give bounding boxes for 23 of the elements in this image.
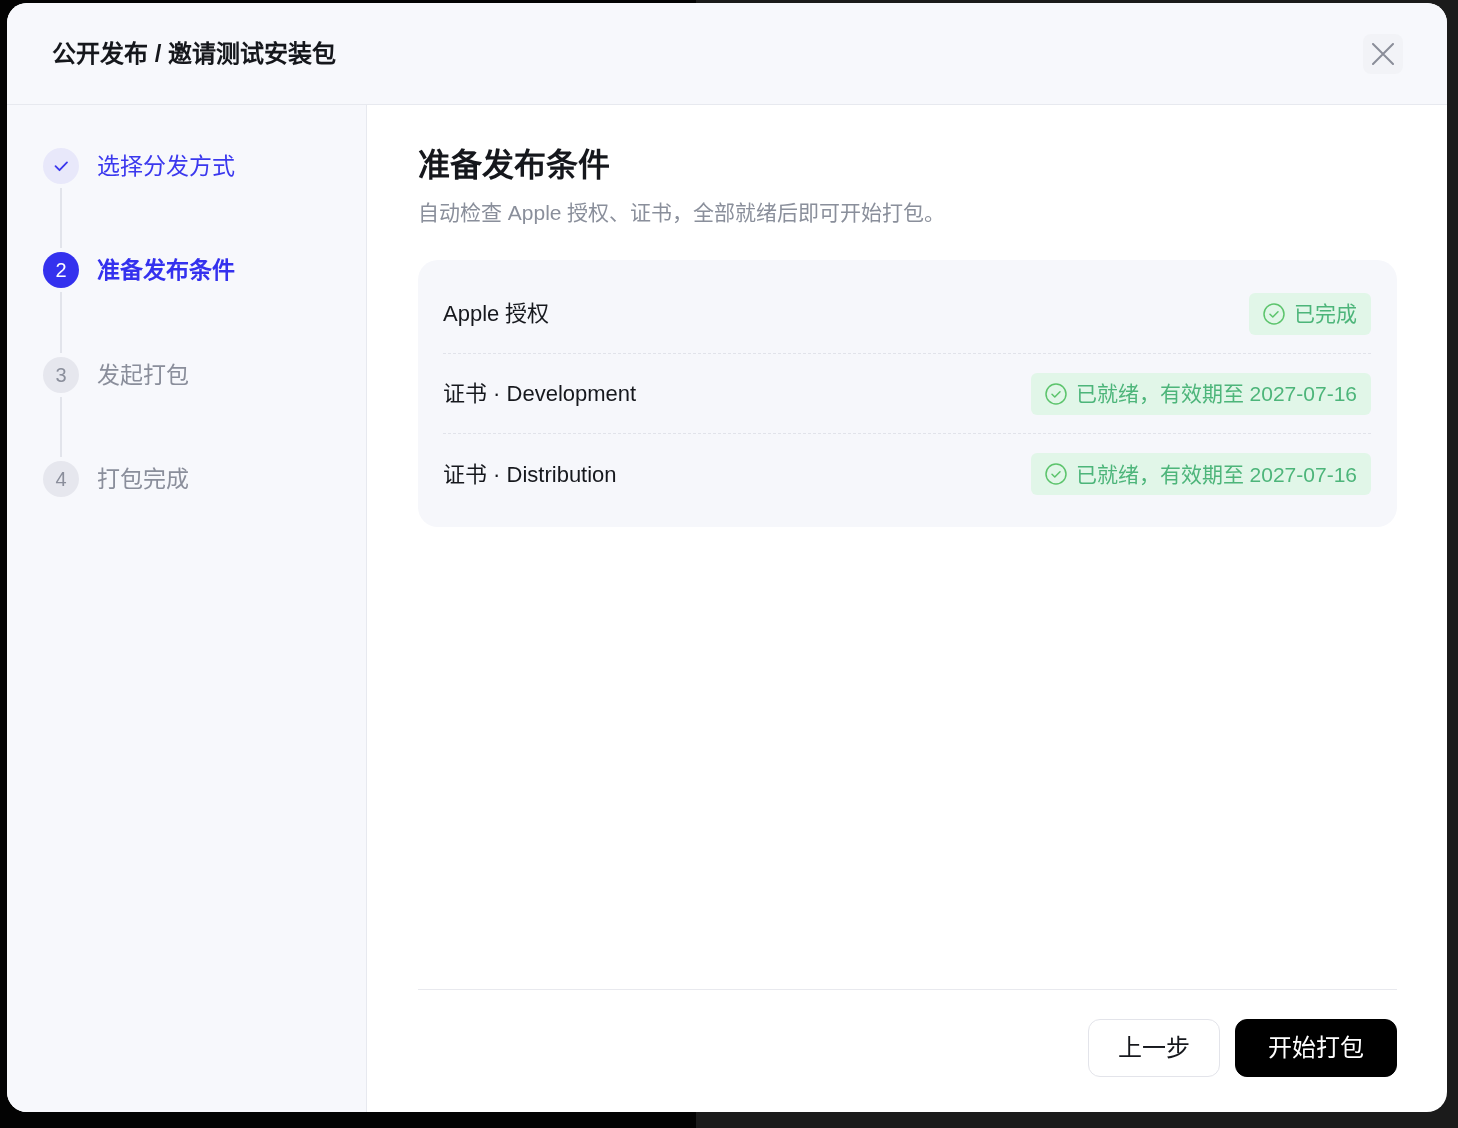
back-button[interactable]: 上一步 xyxy=(1088,1019,1220,1077)
start-button[interactable]: 开始打包 xyxy=(1235,1019,1397,1077)
dialog-title: 公开发布 / 邀请测试安装包 xyxy=(52,38,336,69)
step-label: 准备发布条件 xyxy=(97,256,235,286)
step-label: 打包完成 xyxy=(97,465,189,495)
close-button[interactable] xyxy=(1363,33,1403,74)
section-description: 自动检查 Apple 授权、证书，全部就绪后即可开始打包。 xyxy=(418,200,947,226)
step-number: 2 xyxy=(43,252,79,289)
status-text: 已就绪，有效期至 2027-07-16 xyxy=(1075,463,1357,485)
check-label: 证书 · Distribution xyxy=(443,460,617,489)
step-number: 3 xyxy=(43,356,79,393)
status-text: 已就绪，有效期至 2027-07-16 xyxy=(1075,383,1357,404)
check-label: 证书 · Development xyxy=(443,380,637,408)
check-circle-icon xyxy=(1044,463,1067,485)
step-number: 4 xyxy=(43,461,79,498)
check-circle-icon xyxy=(1044,382,1067,405)
section-heading: 准备发布条件 xyxy=(418,146,611,185)
check-label: Apple 授权 xyxy=(443,300,550,328)
step-label: 发起打包 xyxy=(97,360,189,390)
close-icon xyxy=(1372,42,1394,65)
step-label: 选择分发方式 xyxy=(97,152,235,181)
status-text: 已完成 xyxy=(1294,303,1357,324)
check-circle-icon xyxy=(1263,302,1285,325)
